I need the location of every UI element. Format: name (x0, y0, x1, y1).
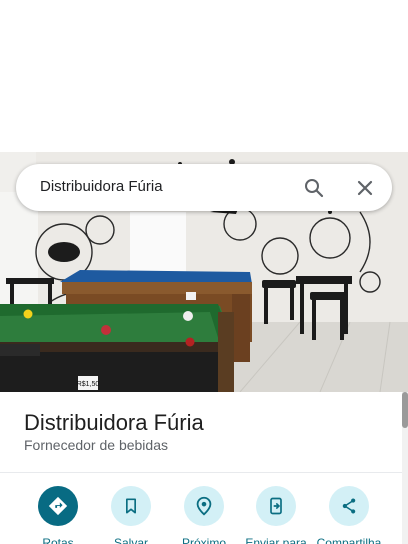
directions-label: Rotas (42, 536, 74, 544)
share-icon (329, 486, 369, 526)
search-input[interactable]: Distribuidora Fúria (40, 178, 163, 195)
save-label: Salvar (113, 536, 148, 544)
place-name: Distribuidora Fúria (24, 410, 204, 435)
save-button[interactable]: Salvar (93, 486, 169, 544)
bookmark-icon (111, 486, 151, 526)
nearby-label: Próximo (181, 536, 226, 544)
send-to-phone-button[interactable]: Enviar para (238, 486, 314, 544)
send-to-phone-icon (256, 486, 296, 526)
nearby-button[interactable]: Próximo (166, 486, 242, 544)
directions-button[interactable]: Rotas (20, 486, 96, 544)
scrollbar-thumb[interactable] (402, 392, 408, 428)
place-category: Fornecedor de bebidas (24, 437, 168, 453)
divider (0, 472, 402, 473)
search-icon[interactable] (302, 176, 326, 200)
close-icon[interactable] (353, 176, 377, 200)
map-area (0, 0, 408, 152)
price-tag: R$1,50 (77, 381, 100, 388)
share-label: Compartilha (316, 536, 382, 544)
share-button[interactable]: Compartilha (311, 486, 387, 544)
directions-icon (38, 486, 78, 526)
send-to-phone-label: Enviar para (245, 536, 307, 544)
nearby-icon (184, 486, 224, 526)
search-bar[interactable]: Distribuidora Fúria (16, 164, 392, 211)
